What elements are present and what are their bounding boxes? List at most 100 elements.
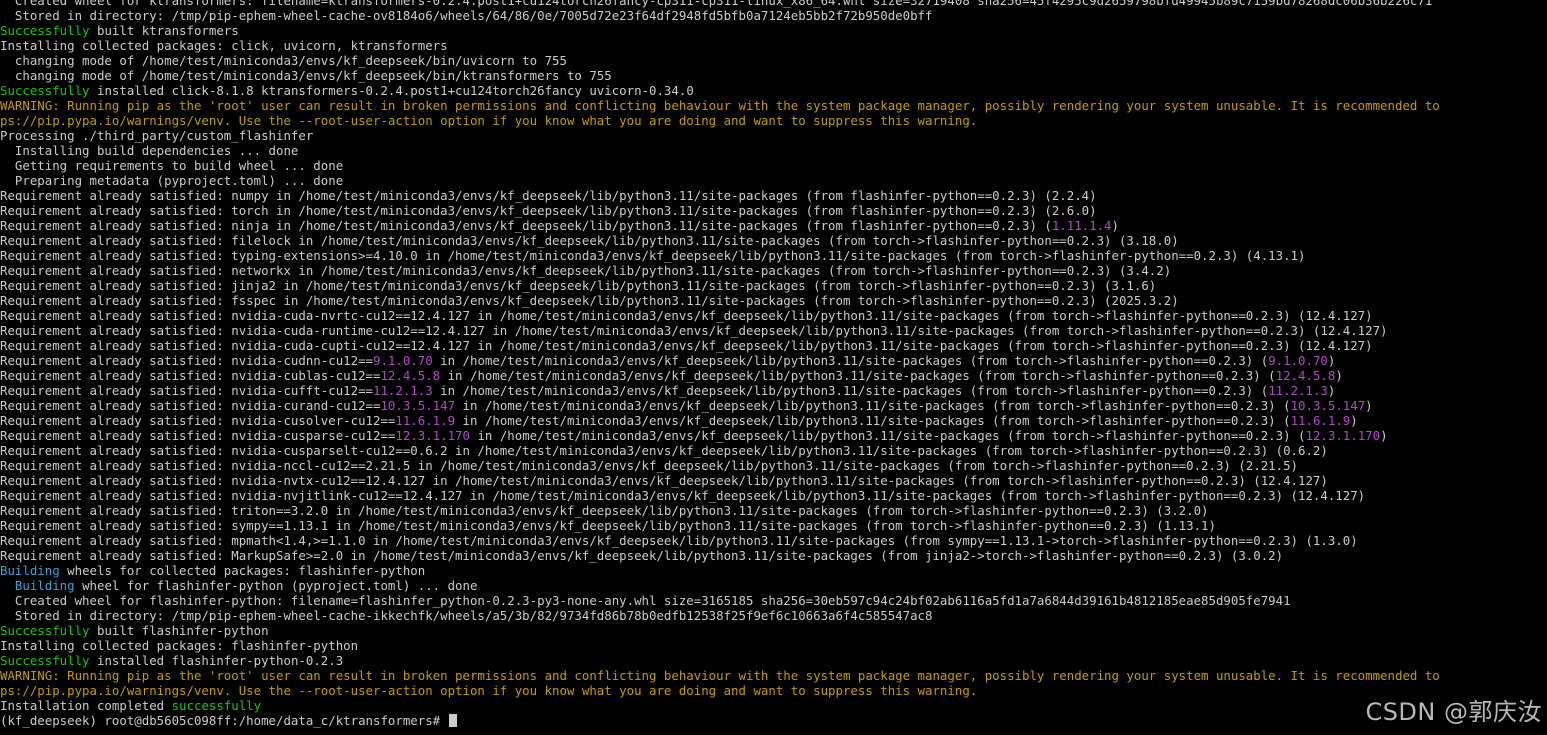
- terminal-text-segment: Requirement already satisfied: nvidia-nc…: [0, 458, 1299, 473]
- terminal-line: Requirement already satisfied: sympy==1.…: [0, 518, 1547, 533]
- terminal-line: Requirement already satisfied: nvidia-cu…: [0, 338, 1547, 353]
- terminal-text-segment: Requirement already satisfied: fsspec in…: [0, 293, 1179, 308]
- terminal-text-segment: ): [1327, 383, 1336, 398]
- terminal-text-segment: Requirement already satisfied: nvidia-nv…: [0, 473, 1328, 488]
- terminal-text-segment: Building: [14, 578, 75, 593]
- terminal-text-segment: 10.3.5.147: [380, 398, 456, 413]
- terminal-line: WARNING: Running pip as the 'root' user …: [0, 668, 1547, 683]
- terminal-text-segment: Requirement already satisfied: nvidia-nv…: [0, 488, 1366, 503]
- terminal-text-segment: Created wheel for ktransformers: filenam…: [0, 0, 1433, 8]
- terminal-line: Created wheel for ktransformers: filenam…: [0, 0, 1547, 8]
- terminal-line: WARNING: Running pip as the 'root' user …: [0, 98, 1547, 113]
- terminal-text-segment: 12.4.5.8: [1275, 368, 1336, 383]
- terminal-line: Requirement already satisfied: torch in …: [0, 203, 1547, 218]
- text-cursor: [448, 714, 457, 727]
- terminal-line: ps://pip.pypa.io/warnings/venv. Use the …: [0, 113, 1547, 128]
- terminal-text-segment: Stored in directory: /tmp/pip-ephem-whee…: [0, 608, 933, 623]
- terminal-text-segment: wheel for flashinfer-python (pyproject.t…: [74, 578, 478, 593]
- terminal-line: Requirement already satisfied: nvidia-nc…: [0, 458, 1547, 473]
- terminal-text-segment: Requirement already satisfied: nvidia-cu…: [0, 428, 396, 443]
- terminal-line: Created wheel for flashinfer-python: fil…: [0, 593, 1547, 608]
- terminal-text-segment: installed click-8.1.8 ktransformers-0.2.…: [89, 83, 694, 98]
- terminal-text-segment: 9.1.0.70: [1268, 353, 1328, 368]
- terminal-text-segment: 12.3.1.170: [395, 428, 470, 443]
- terminal-text-segment: Installation completed: [0, 698, 172, 713]
- terminal-text-segment: Requirement already satisfied: nvidia-cu…: [0, 368, 381, 383]
- terminal-line: Requirement already satisfied: mpmath<1.…: [0, 533, 1547, 548]
- terminal-line: Processing ./third_party/custom_flashinf…: [0, 128, 1547, 143]
- terminal-window[interactable]: Created wheel for ktransformers: filenam…: [0, 0, 1547, 735]
- terminal-text-segment: Requirement already satisfied: filelock …: [0, 233, 1179, 248]
- terminal-text-segment: 12.4.5.8: [380, 368, 441, 383]
- terminal-text-segment: WARNING: Running pip as the 'root' user …: [0, 98, 1440, 113]
- terminal-line: Requirement already satisfied: fsspec in…: [0, 293, 1547, 308]
- terminal-text-segment: Requirement already satisfied: nvidia-cu…: [0, 383, 373, 398]
- terminal-line: Stored in directory: /tmp/pip-ephem-whee…: [0, 8, 1547, 23]
- terminal-line: changing mode of /home/test/miniconda3/e…: [0, 53, 1547, 68]
- terminal-text-segment: 11.6.1.9: [395, 413, 456, 428]
- terminal-text-segment: in /home/test/miniconda3/envs/kf_deepsee…: [440, 368, 1276, 383]
- terminal-text-segment: Requirement already satisfied: nvidia-cu…: [0, 323, 1388, 338]
- terminal-line: ps://pip.pypa.io/warnings/venv. Use the …: [0, 683, 1547, 698]
- terminal-text-segment: Requirement already satisfied: networkx …: [0, 263, 1172, 278]
- terminal-line: Requirement already satisfied: typing-ex…: [0, 248, 1547, 263]
- terminal-text-segment: ps://pip.pypa.io/warnings/venv. Use the …: [0, 113, 978, 128]
- terminal-line: Requirement already satisfied: nvidia-cu…: [0, 308, 1547, 323]
- terminal-text-segment: 1.11.1.4: [1051, 218, 1112, 233]
- terminal-prompt-line[interactable]: (kf_deepseek) root@db5605c098ff:/home/da…: [0, 713, 1547, 728]
- csdn-watermark: CSDN @郭庆汝: [1365, 698, 1542, 726]
- terminal-text-segment: 10.3.5.147: [1290, 398, 1366, 413]
- terminal-text-segment: Building: [0, 563, 60, 578]
- terminal-text-segment: installed flashinfer-python-0.2.3: [89, 653, 344, 668]
- terminal-line: Successfully built ktransformers: [0, 23, 1547, 38]
- terminal-text-segment: Preparing metadata (pyproject.toml) ... …: [0, 173, 344, 188]
- terminal-text-segment: Requirement already satisfied: nvidia-cu…: [0, 413, 396, 428]
- terminal-text-segment: ): [1335, 368, 1343, 383]
- terminal-line: Requirement already satisfied: jinja2 in…: [0, 278, 1547, 293]
- terminal-line: Requirement already satisfied: nvidia-cu…: [0, 353, 1547, 368]
- terminal-line: Installing build dependencies ... done: [0, 143, 1547, 158]
- terminal-text-segment: Requirement already satisfied: nvidia-cu…: [0, 398, 381, 413]
- terminal-text-segment: in /home/test/miniconda3/envs/kf_deepsee…: [455, 398, 1291, 413]
- terminal-line: Installation completed successfully: [0, 698, 1547, 713]
- terminal-line: Requirement already satisfied: MarkupSaf…: [0, 548, 1547, 563]
- terminal-text-segment: Requirement already satisfied: torch in …: [0, 203, 1097, 218]
- terminal-text-segment: in /home/test/miniconda3/envs/kf_deepsee…: [455, 413, 1291, 428]
- terminal-line: Requirement already satisfied: numpy in …: [0, 188, 1547, 203]
- terminal-line: Requirement already satisfied: nvidia-nv…: [0, 488, 1547, 503]
- terminal-line: Requirement already satisfied: nvidia-cu…: [0, 443, 1547, 458]
- terminal-text-segment: ): [1111, 218, 1119, 233]
- terminal-line: Requirement already satisfied: networkx …: [0, 263, 1547, 278]
- terminal-line: changing mode of /home/test/miniconda3/e…: [0, 68, 1547, 83]
- terminal-text-segment: Successfully: [0, 23, 90, 38]
- terminal-text-segment: Requirement already satisfied: nvidia-cu…: [0, 353, 373, 368]
- terminal-text-segment: in /home/test/miniconda3/envs/kf_deepsee…: [432, 353, 1269, 368]
- terminal-line: Requirement already satisfied: nvidia-cu…: [0, 413, 1547, 428]
- terminal-line: Installing collected packages: flashinfe…: [0, 638, 1547, 653]
- terminal-line: Building wheel for flashinfer-python (py…: [0, 578, 1547, 593]
- terminal-text-segment: changing mode of /home/test/miniconda3/e…: [0, 53, 567, 68]
- terminal-text-segment: in /home/test/miniconda3/envs/kf_deepsee…: [469, 428, 1306, 443]
- terminal-text-segment: Requirement already satisfied: triton==3…: [0, 503, 1209, 518]
- terminal-text-segment: 11.2.1.3: [1268, 383, 1328, 398]
- terminal-line: Requirement already satisfied: nvidia-cu…: [0, 428, 1547, 443]
- terminal-text-segment: Installing collected packages: click, uv…: [0, 38, 448, 53]
- terminal-text-segment: WARNING: Running pip as the 'root' user …: [0, 668, 1440, 683]
- terminal-text-segment: Requirement already satisfied: ninja in …: [0, 218, 1052, 233]
- terminal-text-segment: ): [1380, 428, 1388, 443]
- terminal-text-segment: Requirement already satisfied: nvidia-cu…: [0, 443, 1328, 458]
- terminal-text-segment: changing mode of /home/test/miniconda3/e…: [0, 68, 612, 83]
- terminal-text-segment: built ktransformers: [89, 23, 239, 38]
- terminal-line: Stored in directory: /tmp/pip-ephem-whee…: [0, 608, 1547, 623]
- terminal-line: Successfully installed flashinfer-python…: [0, 653, 1547, 668]
- terminal-text-segment: ): [1365, 398, 1373, 413]
- terminal-text-segment: 12.3.1.170: [1305, 428, 1381, 443]
- terminal-text-segment: Created wheel for flashinfer-python: fil…: [0, 593, 1291, 608]
- terminal-text-segment: 11.6.1.9: [1290, 413, 1351, 428]
- terminal-text-segment: Processing ./third_party/custom_flashinf…: [0, 128, 314, 143]
- terminal-text-segment: Getting requirements to build wheel ... …: [0, 158, 344, 173]
- terminal-line: Requirement already satisfied: nvidia-cu…: [0, 398, 1547, 413]
- terminal-text-segment: ): [1350, 413, 1358, 428]
- terminal-text-segment: Successfully: [0, 623, 90, 638]
